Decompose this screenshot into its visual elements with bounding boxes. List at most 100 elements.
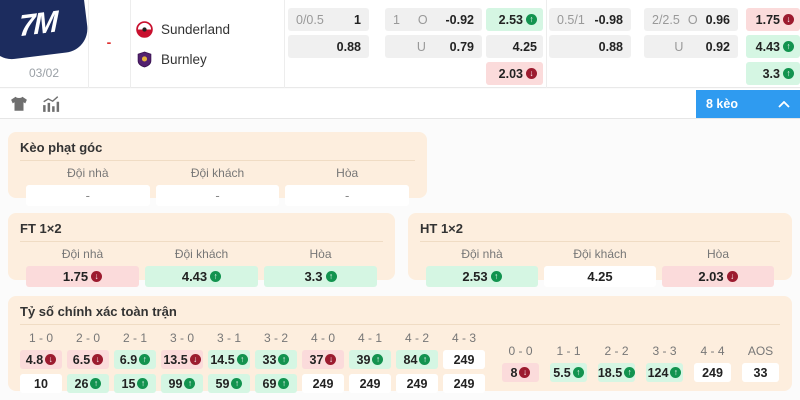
1x2-odds-cell[interactable]: 3.3 bbox=[746, 62, 800, 85]
7m-logo[interactable]: 7M bbox=[0, 0, 91, 62]
score-odds-cell[interactable]: 59 bbox=[208, 374, 250, 393]
corner-odds-cell[interactable]: - bbox=[155, 185, 280, 206]
score-odds-cell[interactable]: 15 bbox=[114, 374, 156, 393]
score-column: 4 - 4 249 bbox=[694, 344, 731, 393]
under-label: U bbox=[416, 39, 426, 54]
1x2-odds-cell[interactable]: 2.53 bbox=[486, 8, 543, 31]
score-odds-cell[interactable]: 33 bbox=[255, 350, 297, 369]
odds-value: 59 bbox=[215, 376, 230, 391]
corner-odds-cell[interactable]: - bbox=[285, 185, 410, 206]
score-column: 3 - 2 33 69 bbox=[255, 331, 297, 393]
odds-value: 249 bbox=[406, 376, 428, 391]
score-odds-cell[interactable]: 69 bbox=[255, 374, 297, 393]
ft-odds-cell[interactable]: 1.75 bbox=[26, 266, 139, 287]
ht-1x2-panel: HT 1×2 Đội nhà 2.53 Đội khách 4.25 Hòa bbox=[408, 213, 792, 287]
home-team-row[interactable]: Sunderland bbox=[136, 20, 230, 38]
over-under-odds-box[interactable]: 2/2.5 O 0.96 bbox=[644, 8, 738, 31]
trend-icon bbox=[139, 354, 151, 365]
score-odds-cell[interactable]: 249 bbox=[302, 374, 344, 393]
odds-count-button[interactable]: 8 kèo bbox=[696, 90, 800, 118]
odds-value: 39 bbox=[356, 352, 371, 367]
odds-value: 37 bbox=[309, 352, 324, 367]
score-odds-cell[interactable]: 26 bbox=[67, 374, 109, 393]
odds-value: 1 bbox=[354, 12, 361, 27]
odds-value: 6.5 bbox=[72, 352, 91, 367]
score-odds-cell[interactable]: 18.5 bbox=[598, 363, 636, 382]
1x2-odds-cell[interactable]: 4.43 bbox=[746, 35, 800, 58]
score-column: 3 - 0 13.5 99 bbox=[161, 331, 203, 393]
burnley-crest-icon bbox=[137, 51, 152, 67]
score-header: 3 - 1 bbox=[216, 331, 241, 345]
trend-icon bbox=[325, 354, 337, 365]
1x2-odds-cell[interactable]: 1.75 bbox=[746, 8, 800, 31]
ht-odds-cell[interactable]: 2.03 bbox=[662, 266, 774, 287]
odds-value: - bbox=[85, 188, 90, 203]
ft-odds-cell[interactable]: 3.3 bbox=[264, 266, 377, 287]
score-placeholder: - bbox=[106, 34, 112, 50]
score-odds-cell[interactable]: 249 bbox=[443, 350, 485, 369]
away-team-name: Burnley bbox=[161, 51, 207, 67]
stats-icon[interactable] bbox=[42, 95, 60, 113]
odds-value: 3.3 bbox=[762, 66, 780, 81]
corner-odds-cell[interactable]: - bbox=[26, 185, 150, 206]
odds-value: 2.53 bbox=[498, 12, 523, 27]
odds-value: 33 bbox=[262, 352, 277, 367]
1x2-odds-cell[interactable]: 4.25 bbox=[486, 35, 543, 58]
over-under-odds-box[interactable]: U 0.92 bbox=[644, 35, 738, 58]
trend-icon bbox=[90, 378, 102, 389]
match-row: 03/02 7M - Sunderland Burnley 0/0.5 1 0.… bbox=[0, 0, 800, 88]
score-odds-cell[interactable]: 33 bbox=[742, 363, 779, 382]
panel-divider bbox=[20, 160, 415, 161]
over-under-odds-box[interactable]: 1 O -0.92 bbox=[385, 8, 482, 31]
odds-value: 0.92 bbox=[705, 39, 730, 54]
score-grid-main: 1 - 0 4.8 10 2 - 0 6.5 26 2 - 1 6.9 15 3… bbox=[20, 331, 485, 393]
score-odds-cell[interactable]: 249 bbox=[396, 374, 438, 393]
score-column: 2 - 1 6.9 15 bbox=[114, 331, 156, 393]
score-odds-cell[interactable]: 249 bbox=[694, 363, 731, 382]
score-header: 2 - 0 bbox=[75, 331, 100, 345]
trend-icon bbox=[372, 354, 384, 365]
away-team-row[interactable]: Burnley bbox=[136, 50, 207, 68]
handicap-odds-box[interactable]: 0.88 bbox=[288, 35, 369, 58]
panel-title: Tỷ số chính xác toàn trận bbox=[20, 304, 177, 319]
score-odds-cell[interactable]: 39 bbox=[349, 350, 391, 369]
score-odds-cell[interactable]: 84 bbox=[396, 350, 438, 369]
score-odds-cell[interactable]: 10 bbox=[20, 374, 62, 393]
score-column: 3 - 1 14.5 59 bbox=[208, 331, 250, 393]
score-odds-cell[interactable]: 14.5 bbox=[208, 350, 250, 369]
score-odds-cell[interactable]: 6.9 bbox=[114, 350, 156, 369]
odds-value: 99 bbox=[168, 376, 183, 391]
column-header: Đội khách bbox=[190, 166, 245, 180]
score-odds-cell[interactable]: 8 bbox=[502, 363, 539, 382]
ft-odds-cell[interactable]: 4.43 bbox=[145, 266, 258, 287]
handicap-odds-box[interactable]: 0.88 bbox=[549, 35, 631, 58]
handicap-odds-box[interactable]: 0.5/1 -0.98 bbox=[549, 8, 631, 31]
odds-value: 2.53 bbox=[462, 269, 488, 284]
column-header: Đội nhà bbox=[461, 247, 503, 261]
score-odds-cell[interactable]: 124 bbox=[646, 363, 683, 382]
ht-odds-cell[interactable]: 4.25 bbox=[544, 266, 656, 287]
jersey-icon[interactable] bbox=[10, 95, 28, 113]
score-odds-cell[interactable]: 249 bbox=[349, 374, 391, 393]
handicap-odds-box[interactable]: 0/0.5 1 bbox=[288, 8, 369, 31]
score-column: 4 - 3 249 249 bbox=[443, 331, 485, 393]
1x2-odds-cell[interactable]: 2.03 bbox=[486, 62, 543, 85]
score-odds-cell[interactable]: 249 bbox=[443, 374, 485, 393]
trend-icon bbox=[419, 354, 431, 365]
score-odds-cell[interactable]: 37 bbox=[302, 350, 344, 369]
score-column: 4 - 2 84 249 bbox=[396, 331, 438, 393]
odds-value: 4.8 bbox=[25, 352, 44, 367]
score-column: 0 - 0 8 bbox=[502, 344, 539, 393]
logo-text: 7M bbox=[18, 5, 57, 44]
score-odds-cell[interactable]: 99 bbox=[161, 374, 203, 393]
ht-odds-cell[interactable]: 2.53 bbox=[426, 266, 538, 287]
trend-icon bbox=[236, 354, 248, 365]
score-odds-cell[interactable]: 5.5 bbox=[550, 363, 587, 382]
score-odds-cell[interactable]: 6.5 bbox=[67, 350, 109, 369]
chevron-up-icon bbox=[778, 100, 790, 108]
score-odds-cell[interactable]: 13.5 bbox=[161, 350, 203, 369]
score-odds-cell[interactable]: 4.8 bbox=[20, 350, 62, 369]
odds-value: 249 bbox=[359, 376, 381, 391]
score-column: 2 - 2 18.5 bbox=[598, 344, 636, 393]
over-under-odds-box[interactable]: U 0.79 bbox=[385, 35, 482, 58]
